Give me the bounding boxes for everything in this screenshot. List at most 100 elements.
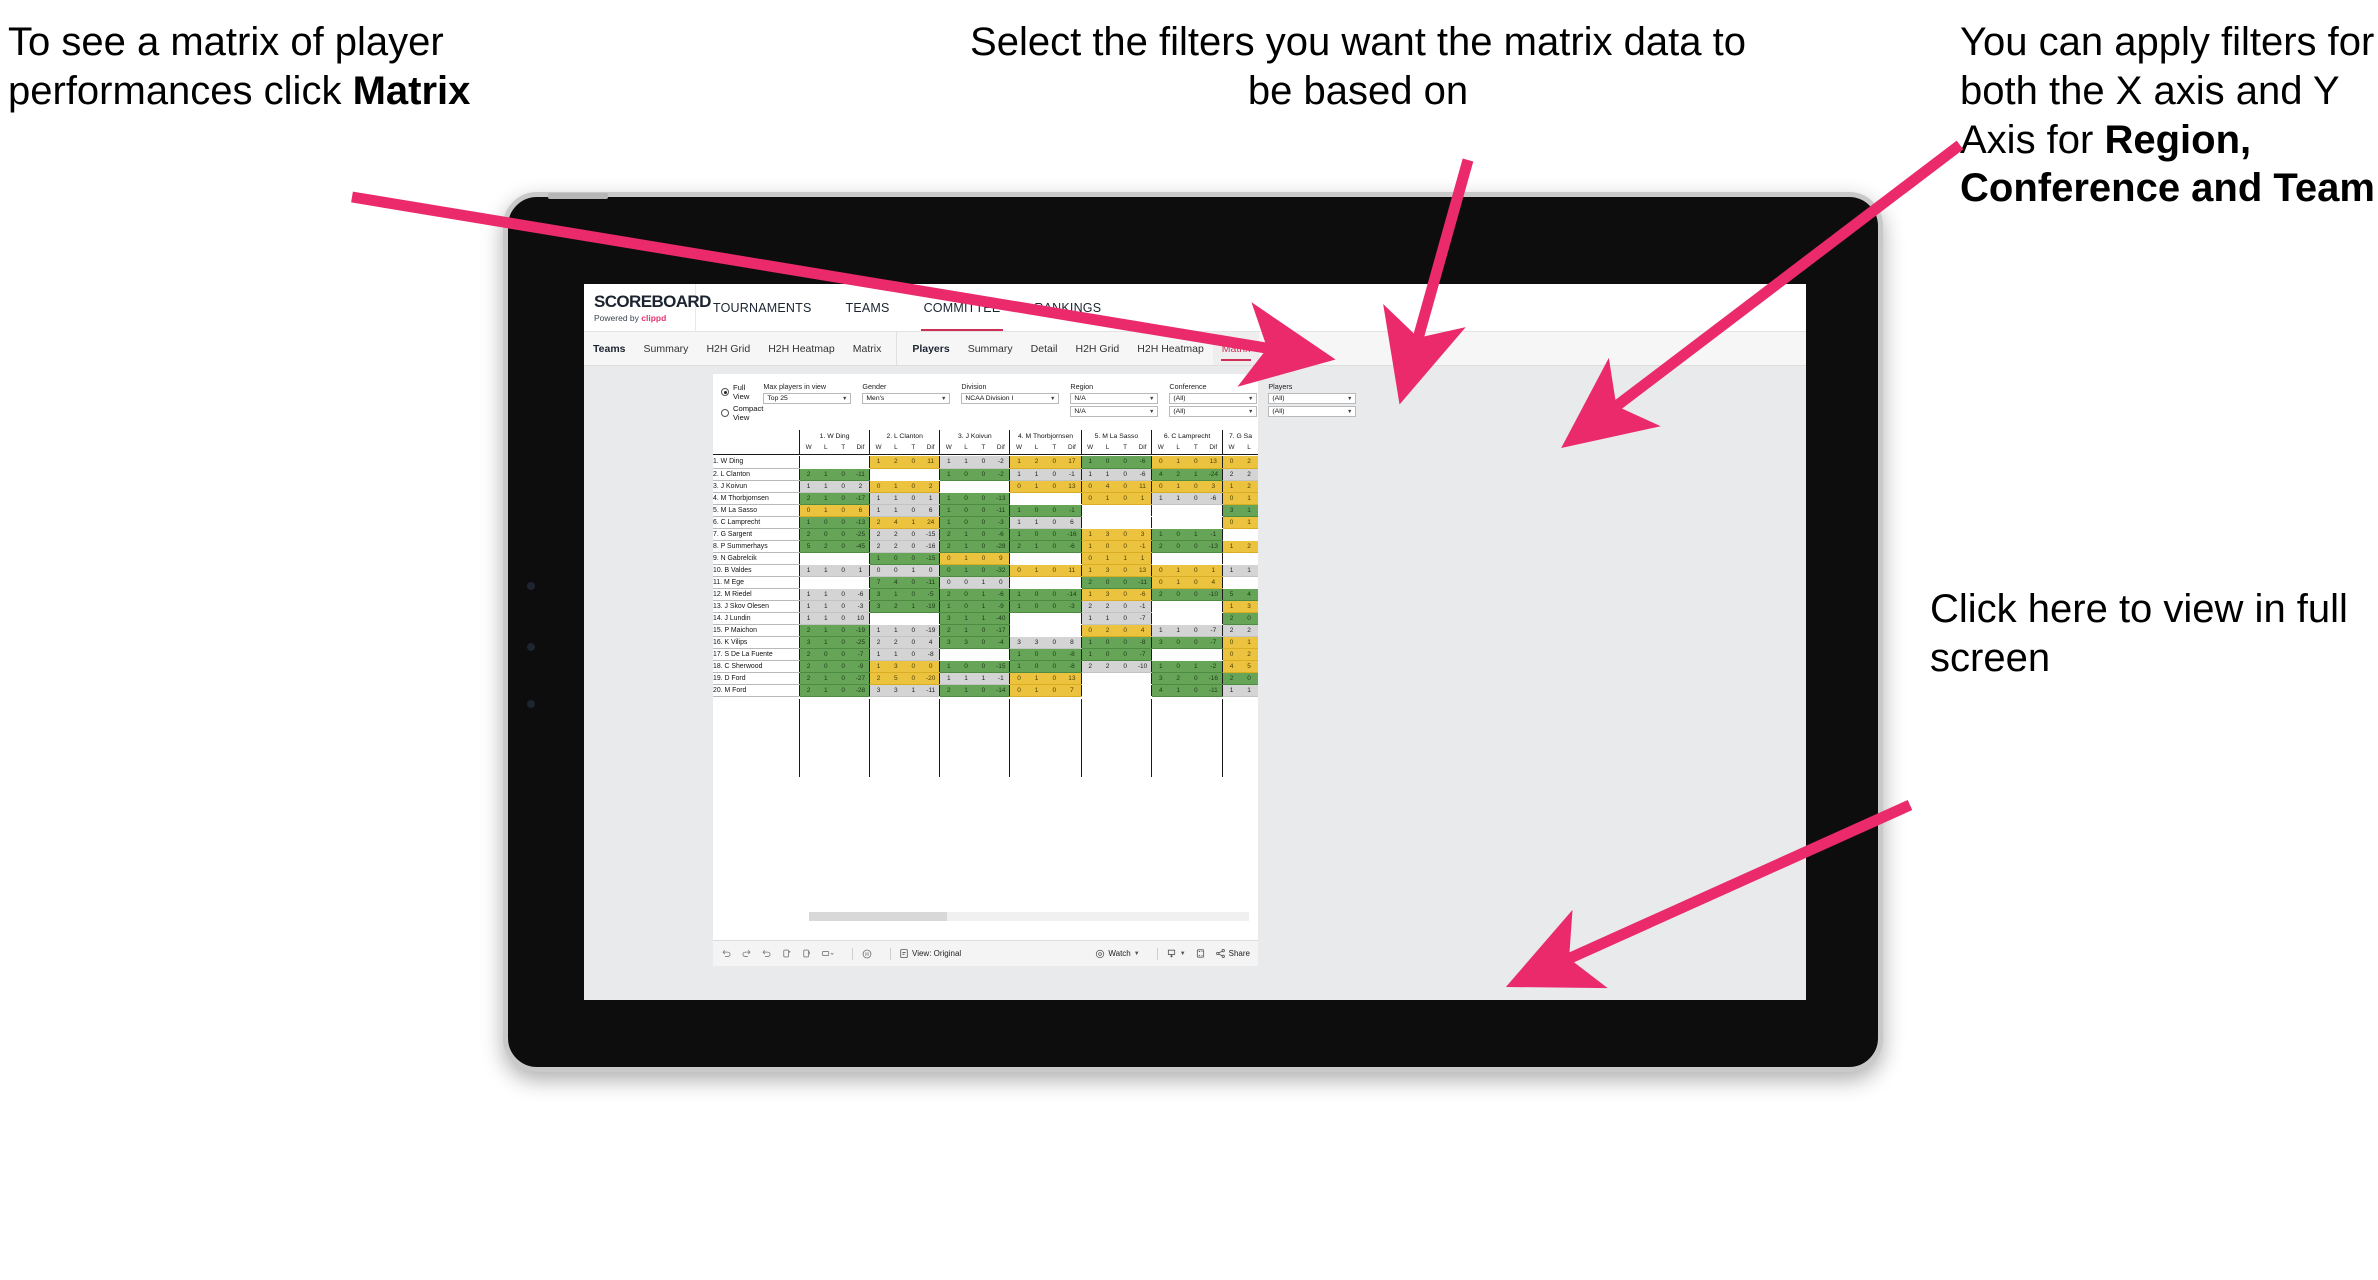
matrix-cell: 1 — [957, 564, 975, 577]
annotation-left: To see a matrix of player performances c… — [8, 18, 528, 116]
subnav-players-matrix[interactable]: Matrix — [1212, 332, 1260, 365]
table-row: 11. M Ege 7 4 0 -11 0 0 1 0 2 0 0 -11 0 1 0 4 — [713, 576, 1258, 590]
matrix-cell: -1 — [1063, 468, 1082, 481]
matrix-cell: -27 — [851, 672, 870, 686]
nav-item-rankings[interactable]: RANKINGS — [1017, 284, 1118, 331]
matrix-cell — [974, 648, 993, 662]
refresh-icon[interactable] — [781, 948, 792, 959]
matrix-table-viewport[interactable]: 1. W Ding 2. L Clanton 3. J Koivun 4. M Tho… — [713, 430, 1258, 930]
view-original-button[interactable]: View: Original — [899, 948, 961, 959]
matrix-cell — [922, 468, 940, 481]
matrix-cell: 1 — [887, 624, 905, 638]
custom-view-icon[interactable] — [821, 948, 835, 959]
redo-icon[interactable] — [741, 948, 752, 959]
matrix-stat-header: Dif — [922, 442, 940, 454]
matrix-cell: 1 — [817, 588, 835, 602]
matrix-cell: 0 — [1098, 576, 1117, 590]
matrix-cell — [1080, 684, 1099, 698]
matrix-tail-cell — [992, 698, 1010, 777]
radio-compact-view[interactable]: Compact View — [721, 404, 763, 422]
matrix-cell: -6 — [1063, 540, 1082, 553]
filter-players-select-x[interactable]: (All) ▼ — [1268, 393, 1357, 404]
filter-division-select[interactable]: NCAA Division I ▼ — [961, 393, 1060, 404]
matrix-table: 1. W Ding 2. L Clanton 3. J Koivun 4. M Tho… — [713, 430, 1258, 777]
subnav-players-summary[interactable]: Summary — [959, 332, 1022, 365]
subnav-players-detail[interactable]: Detail — [1022, 332, 1067, 365]
table-row: 6. C Lamprecht 1 0 0 -13 2 4 1 24 1 0 0 -3 1 1 0 6 0 1 — [713, 516, 1258, 529]
matrix-cell: 5 — [1221, 588, 1241, 602]
filter-region-select-x[interactable]: N/A ▼ — [1070, 393, 1159, 404]
brand-logo[interactable]: SCOREBOARD Powered by clippd — [584, 284, 711, 331]
matrix-cell: 0 — [887, 564, 905, 577]
horizontal-scrollbar[interactable] — [809, 912, 1249, 921]
matrix-cell: 1 — [904, 600, 923, 614]
pause-auto-update-icon[interactable] — [861, 948, 873, 960]
matrix-cell: -9 — [851, 660, 870, 674]
matrix-cell: 1 — [817, 624, 835, 638]
matrix-row-label: 1. W Ding — [713, 456, 800, 469]
filter-max-players-select[interactable]: Top 25 ▼ — [763, 393, 852, 404]
matrix-cell: 0 — [904, 456, 923, 469]
share-button[interactable]: Share — [1215, 948, 1250, 959]
nav-item-committee[interactable]: COMMITTEE — [907, 284, 1018, 331]
matrix-cell: 1 — [939, 516, 958, 529]
filter-region-select-y[interactable]: N/A ▼ — [1070, 406, 1159, 417]
matrix-cell: 0 — [1187, 480, 1205, 493]
revert-icon[interactable] — [761, 948, 772, 959]
filter-players-select-y[interactable]: (All) ▼ — [1268, 406, 1357, 417]
nav-item-teams[interactable]: TEAMS — [829, 284, 907, 331]
subnav-teams-h2h-heatmap[interactable]: H2H Heatmap — [759, 332, 844, 365]
matrix-cell: 2 — [799, 648, 818, 662]
matrix-cell: 2 — [1151, 540, 1170, 553]
matrix-cell: 0 — [817, 528, 835, 541]
fullscreen-button[interactable] — [1195, 948, 1206, 959]
matrix-row-label: 11. M Ege — [713, 576, 800, 590]
chevron-down-icon: ▼ — [1179, 950, 1186, 957]
matrix-cell: -8 — [922, 648, 940, 662]
matrix-cell: 1 — [1080, 636, 1099, 650]
matrix-row-label: 19. D Ford — [713, 672, 800, 686]
filter-conference-select-x[interactable]: (All) ▼ — [1169, 393, 1258, 404]
matrix-cell: 1 — [1098, 492, 1117, 505]
horizontal-scrollbar-thumb[interactable] — [809, 912, 947, 921]
matrix-cell — [1151, 552, 1170, 565]
matrix-cell: -6 — [992, 528, 1010, 541]
matrix-tail-cell — [887, 698, 905, 777]
matrix-cell: 1 — [869, 660, 888, 674]
matrix-cell: 1 — [939, 468, 958, 481]
matrix-cell — [1080, 516, 1099, 529]
matrix-cell: -19 — [851, 624, 870, 638]
subnav-teams-summary[interactable]: Summary — [635, 332, 698, 365]
matrix-cell: 1 — [887, 504, 905, 517]
matrix-cell: 2 — [887, 600, 905, 614]
matrix-cell: 1 — [1009, 528, 1028, 541]
subnav-players-h2h-heatmap[interactable]: H2H Heatmap — [1128, 332, 1213, 365]
matrix-cell — [1169, 552, 1188, 565]
filter-conference-select-y[interactable]: (All) ▼ — [1169, 406, 1258, 417]
matrix-cell: 1 — [1080, 648, 1099, 662]
matrix-cell: 0 — [1240, 612, 1258, 626]
matrix-cell: -1 — [1063, 504, 1082, 517]
subnav-players-h2h-grid[interactable]: H2H Grid — [1067, 332, 1129, 365]
matrix-cell: 3 — [1009, 636, 1028, 650]
undo-icon[interactable] — [721, 948, 732, 959]
matrix-cell: 0 — [1027, 588, 1046, 602]
radio-full-view[interactable]: Full View — [721, 383, 763, 401]
matrix-cell: 0 — [974, 624, 993, 638]
matrix-row-label: 9. N Gabrelcik — [713, 552, 800, 565]
matrix-cell: 2 — [1098, 624, 1117, 638]
download-button[interactable]: ▼ — [1166, 948, 1186, 959]
nav-item-tournaments[interactable]: TOURNAMENTS — [696, 284, 829, 331]
filter-gender-select[interactable]: Men's ▼ — [862, 393, 951, 404]
matrix-cell: 2 — [922, 480, 940, 493]
subnav-teams-matrix[interactable]: Matrix — [844, 332, 891, 365]
watch-button[interactable]: Watch ▼ — [1095, 949, 1140, 959]
pause-refresh-icon[interactable] — [801, 948, 812, 959]
matrix-cell: 1 — [817, 672, 835, 686]
matrix-col-header: 4. M Thorbjornsen — [1009, 430, 1082, 442]
matrix-cell: 0 — [1221, 516, 1241, 529]
matrix-cell: 0 — [974, 660, 993, 674]
subnav-teams-h2h-grid[interactable]: H2H Grid — [697, 332, 759, 365]
matrix-cell: 1 — [957, 672, 975, 686]
matrix-cell: 7 — [1063, 684, 1082, 698]
